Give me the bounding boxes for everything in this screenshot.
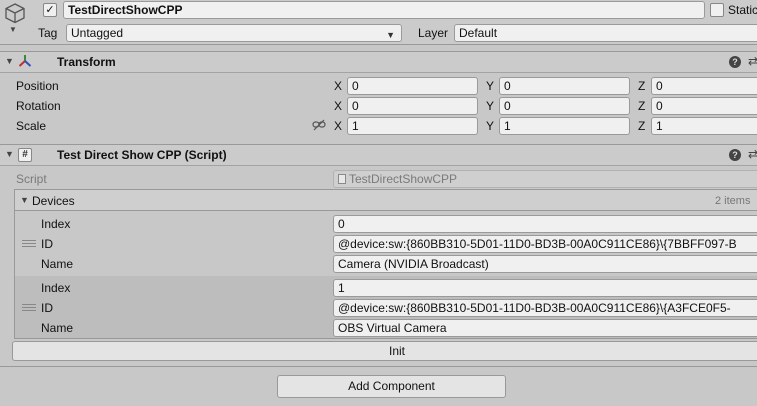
settings-icon[interactable]: ⇄ [748,54,757,68]
rotation-label: Rotation [16,99,61,113]
gameobject-header: ▼ ✓ TestDirectShowCPP Static Tag Untagge… [0,0,757,45]
device-1-index-label: Index [41,281,71,295]
rotation-y-axis-label[interactable]: Y [486,98,494,114]
device-1-name-label: Name [41,321,74,335]
tag-dropdown[interactable]: Untagged ▼ [66,24,402,42]
rotation-x-field[interactable]: 0 [347,97,478,115]
active-checkbox[interactable]: ✓ [43,3,57,17]
rotation-z-axis-label[interactable]: Z [638,98,645,114]
device-1-index-field[interactable]: 1 [333,279,757,297]
devices-list-header[interactable]: ▼ Devices 2 items [15,190,757,211]
chevron-down-icon: ▼ [386,30,395,40]
scale-z-axis-label[interactable]: Z [638,118,645,134]
add-component-button[interactable]: Add Component [277,375,506,398]
tag-value: Untagged [71,26,124,40]
foldout-expanded-icon: ▼ [20,195,29,205]
tag-label: Tag [38,26,58,40]
position-z-field[interactable]: 0 [651,77,757,95]
scale-x-axis-label[interactable]: X [334,118,342,134]
help-icon[interactable]: ? [729,149,741,161]
position-y-axis-label[interactable]: Y [486,78,494,94]
foldout-expanded-icon: ▼ [5,56,14,66]
static-checkbox[interactable] [710,3,724,17]
script-component-header[interactable]: ▼ # Test Direct Show CPP (Script) ? ⇄ [0,144,757,166]
script-file-icon [338,174,346,184]
script-component-title: Test Direct Show CPP (Script) [57,148,227,162]
position-z-axis-label[interactable]: Z [638,78,645,94]
rotation-z-field[interactable]: 0 [651,97,757,115]
constrain-proportions-link-icon[interactable] [312,119,326,134]
device-0-id-label: ID [41,237,53,251]
device-1-name-field[interactable]: OBS Virtual Camera [333,319,757,337]
layer-label: Layer [418,26,449,40]
script-reference-value: TestDirectShowCPP [349,172,458,186]
script-reference-field: TestDirectShowCPP [333,170,757,188]
device-0-index-field[interactable]: 0 [333,215,757,233]
scale-z-field[interactable]: 1 [651,117,757,135]
position-x-axis-label[interactable]: X [334,78,342,94]
scale-label: Scale [16,119,47,133]
static-label: Static [728,3,757,17]
position-x-field[interactable]: 0 [347,77,478,95]
device-1-id-label: ID [41,301,53,315]
scale-x-field[interactable]: 1 [347,117,478,135]
transform-header[interactable]: ▼ Transform ? ⇄ [0,51,757,73]
gameobject-icon-dropdown-icon[interactable]: ▼ [9,25,17,34]
gameobject-icon [3,1,27,28]
drag-handle-icon[interactable] [22,240,36,247]
device-0-id-field[interactable]: @device:sw:{860BB310-5D01-11D0-BD3B-00A0… [333,235,757,253]
devices-count: 2 items [715,195,751,207]
scale-y-field[interactable]: 1 [499,117,630,135]
position-y-field[interactable]: 0 [499,77,630,95]
device-0-name-label: Name [41,257,74,271]
drag-handle-icon[interactable] [22,304,36,311]
rotation-y-field[interactable]: 0 [499,97,630,115]
settings-icon[interactable]: ⇄ [748,147,757,161]
foldout-expanded-icon: ▼ [5,149,14,159]
init-button[interactable]: Init [12,341,757,361]
component-divider [0,366,757,367]
help-icon[interactable]: ? [729,56,741,68]
rotation-x-axis-label[interactable]: X [334,98,342,114]
layer-value: Default [459,26,498,40]
script-component-enabled-checkbox[interactable]: # [18,148,32,162]
script-label: Script [16,172,47,186]
device-0-name-field[interactable]: Camera (NVIDIA Broadcast) [333,255,757,273]
layer-dropdown[interactable]: Default [454,24,757,42]
device-0-index-label: Index [41,217,71,231]
position-label: Position [16,79,59,93]
devices-label: Devices [32,194,75,208]
gameobject-name-field[interactable]: TestDirectShowCPP [63,1,705,19]
device-1-id-field[interactable]: @device:sw:{860BB310-5D01-11D0-BD3B-00A0… [333,299,757,317]
transform-icon [18,54,32,71]
transform-title: Transform [57,55,116,69]
scale-y-axis-label[interactable]: Y [486,118,494,134]
